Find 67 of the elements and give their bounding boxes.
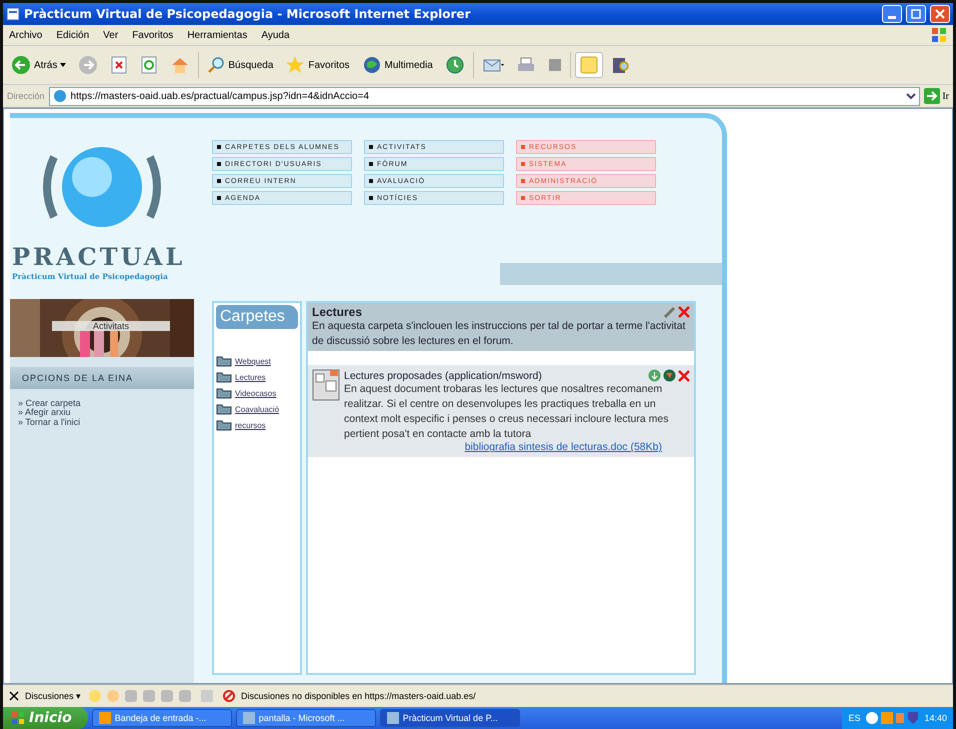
taskbar-button[interactable]: pantalla - Microsoft ...: [236, 709, 376, 727]
maximize-button[interactable]: [906, 5, 926, 23]
delete-icon[interactable]: [678, 370, 690, 382]
folder-link[interactable]: recursos: [235, 420, 266, 430]
close-icon: [935, 9, 945, 19]
maximize-icon: [911, 9, 921, 19]
unavailable-icon: [223, 690, 236, 702]
option-link[interactable]: » Tornar a l'inici: [18, 418, 186, 428]
window-icon: [98, 712, 111, 724]
caret-icon: [60, 63, 66, 67]
menu-item[interactable]: Ver: [103, 30, 118, 40]
page-icon: [52, 89, 67, 103]
section-header: OPCIONS DE LA EINA: [10, 367, 194, 389]
pencil-icon[interactable]: [664, 306, 676, 318]
delete-icon[interactable]: [678, 306, 690, 318]
menu-item[interactable]: Edición: [56, 30, 90, 40]
favorites-button[interactable]: Favoritos: [281, 52, 354, 78]
window-icon: [386, 712, 399, 724]
folder-icon: [216, 419, 232, 431]
windows-logo-icon: [931, 27, 947, 43]
folder-link[interactable]: Webquest: [235, 356, 271, 366]
close-button[interactable]: [930, 5, 950, 23]
menu-item[interactable]: Favoritos: [132, 30, 174, 40]
back-button[interactable]: Atrás: [7, 52, 70, 78]
close-icon[interactable]: [9, 691, 19, 701]
tray-icons-drawing: [866, 711, 918, 725]
folder-link[interactable]: Lectures: [235, 372, 266, 382]
search-icon: [207, 56, 226, 74]
section-label: Activitats: [52, 321, 170, 331]
dropdown-icon: [906, 92, 916, 100]
taskbar-button[interactable]: Pràcticum Virtual de P...: [380, 709, 520, 727]
option-link[interactable]: » Crear carpeta: [18, 399, 186, 408]
download-icon[interactable]: [648, 369, 661, 382]
media-button[interactable]: Multimedia: [358, 52, 437, 78]
search-button[interactable]: Búsqueda: [203, 53, 278, 77]
file-title: Lectures proposades (application/msword): [344, 370, 542, 382]
taskbar-button[interactable]: Bandeja de entrada -...: [92, 709, 232, 727]
address-field[interactable]: https://masters-oaid.uab.es/practual/campus.jsp?idn=4&idnAccio=4: [48, 86, 920, 106]
folder-link[interactable]: Coavaluació: [235, 404, 280, 414]
star-icon: [285, 55, 306, 75]
windows-logo-icon: [11, 711, 25, 725]
folder-icon: [216, 355, 232, 367]
menu-item[interactable]: Herramientas: [187, 30, 248, 40]
document-icon: [312, 369, 342, 404]
menu-item[interactable]: Archivo: [9, 30, 42, 40]
folder-description: En aquesta carpeta s'inclouen les instruccions per tal de portar a terme l'activitat de discussió sobre les lectures en el forum.: [312, 319, 686, 350]
discussions-button[interactable]: Discusiones ▾: [25, 691, 82, 701]
stop-icon: [110, 56, 128, 74]
address-label: Dirección: [7, 91, 45, 101]
file-description: En aquest document trobaras les lectures que nosaltres recomanem realitzar. Si el centre on desenvolupes les practiques treballa en un context molt especific i penses o creus necessari incloure lectura mes pertient posa't en contacte amb la tutora: [344, 382, 670, 442]
window-title: Pràcticum Virtual de Psicopedagogia - Microsoft Internet Explorer: [24, 7, 470, 21]
file-link[interactable]: bibliografia sintesis de lecturas.doc (58Kb): [464, 441, 662, 454]
page-icon: [6, 7, 20, 21]
folder-link[interactable]: Videocasos: [235, 388, 276, 398]
refresh-icon: [140, 56, 158, 74]
folder-title: Lectures: [312, 305, 362, 319]
folder-icon: [216, 403, 232, 415]
window-icon: [242, 712, 255, 724]
folder-icon: [216, 387, 232, 399]
minimize-icon: [888, 16, 896, 18]
status-message: Discusiones no disponibles en https://masters-oaid.uab.es/: [241, 691, 476, 701]
option-link[interactable]: » Afegir arxiu: [18, 408, 186, 418]
folder-icon: [216, 371, 232, 383]
minimize-button[interactable]: [882, 5, 902, 23]
logo-text: PRACTUAL: [12, 242, 186, 272]
menu-item[interactable]: Ayuda: [261, 30, 290, 40]
clock: 14:40: [924, 713, 947, 723]
